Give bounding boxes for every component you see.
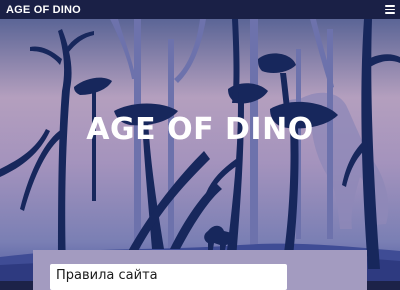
hero-banner: AGE OF DINO bbox=[0, 19, 400, 281]
top-navbar: AGE OF DINO bbox=[0, 0, 400, 19]
hamburger-menu-icon[interactable] bbox=[385, 5, 395, 14]
rules-field[interactable]: Правила сайта bbox=[50, 264, 287, 290]
forest-illustration bbox=[0, 19, 400, 281]
brand-logo-text[interactable]: AGE OF DINO bbox=[6, 4, 81, 16]
hero-title: AGE OF DINO bbox=[86, 112, 314, 147]
